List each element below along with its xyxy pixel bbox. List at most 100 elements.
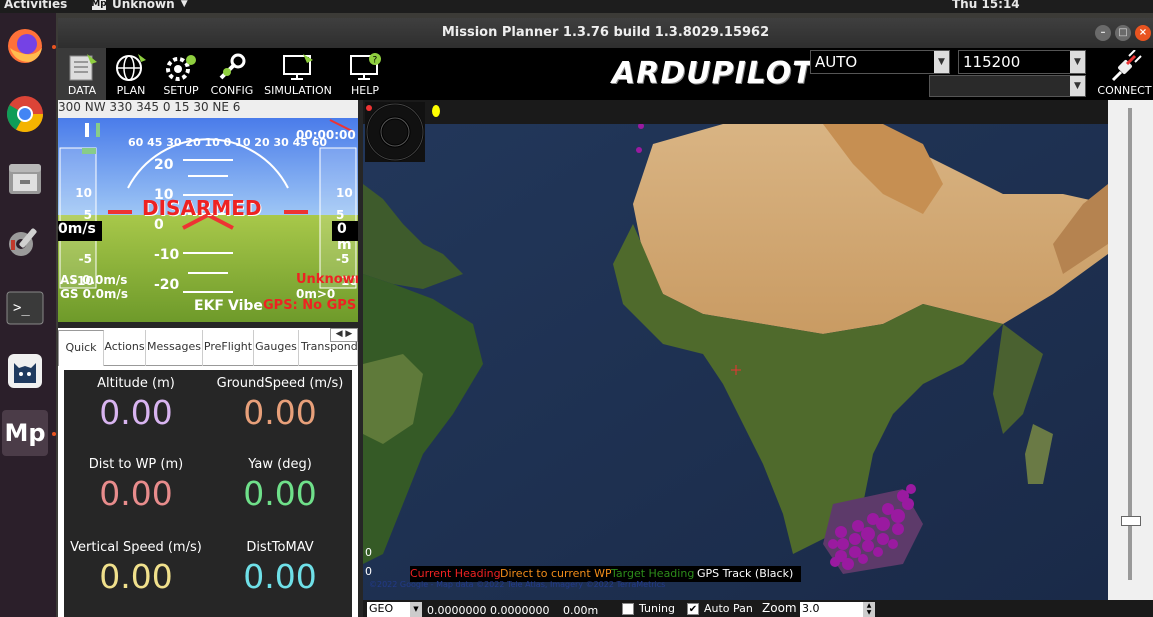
map-panel[interactable]: 0 0 Current Heading Direct to current WP… (363, 100, 1153, 617)
chrome-icon[interactable] (2, 91, 48, 137)
simulation-button[interactable]: SIMULATION (258, 48, 338, 100)
zoom-handle[interactable] (1121, 516, 1141, 526)
ubuntu-top-bar: Activities Mp Unknown ▼ Thu 15:14 (0, 0, 1153, 13)
pitch-scale: 20 10 0 -10 -20 (154, 150, 179, 300)
stepper-arrows-icon[interactable]: ▲ ▼ (863, 602, 875, 617)
config-label: CONFIG (210, 84, 254, 97)
data-icon (64, 50, 100, 84)
app-menu[interactable]: Mp Unknown ▼ (91, 0, 188, 11)
quick-groundspeed[interactable]: GroundSpeed (m/s) 0.00 (208, 376, 352, 432)
simulation-label: SIMULATION (264, 84, 332, 97)
settings-icon[interactable] (2, 219, 48, 265)
plan-button[interactable]: PLAN (106, 48, 156, 100)
tab-quick[interactable]: Quick (58, 330, 104, 366)
activities-button[interactable]: Activities (4, 0, 67, 11)
chevron-down-icon[interactable]: ▼ (1070, 76, 1085, 96)
groundspeed-label: GroundSpeed (m/s) (216, 376, 344, 391)
flight-mode-select[interactable]: AUTO ▼ (810, 50, 950, 74)
minimize-button[interactable]: – (1095, 25, 1111, 41)
quick-yaw[interactable]: Yaw (deg) 0.00 (208, 457, 352, 513)
zoom-label: Zoom (762, 601, 797, 615)
satellite-map[interactable] (363, 124, 1108, 600)
vibe-status[interactable]: Vibe (228, 298, 263, 314)
unknown-status: Unknown (296, 272, 358, 287)
pitch-tick: -20 (154, 277, 180, 293)
plug-icon (1107, 49, 1143, 84)
connect-button[interactable]: CONNECT (1096, 48, 1153, 100)
baud-rate-select[interactable]: 115200 ▼ (958, 50, 1086, 74)
zoom-spinbox[interactable]: 3.0 ▲ ▼ (800, 602, 875, 617)
left-tape-tick: 10 (75, 186, 92, 200)
app-menu-label: Unknown (112, 0, 175, 11)
tuning-label: Tuning (639, 602, 676, 615)
vertical-speed-label: Vertical Speed (m/s) (70, 540, 202, 555)
files-icon[interactable] (2, 156, 48, 202)
dist-to-wp-value: 0.00 (99, 474, 173, 513)
map-scale-bottom: 0 (365, 565, 372, 578)
chevron-down-icon: ▼ (180, 0, 188, 9)
groundspeed-value: 0.00 (243, 393, 317, 432)
mission-planner-icon[interactable]: Mp (2, 410, 48, 456)
mission-planner-window: Mission Planner 1.3.76 build 1.3.8029.15… (58, 18, 1153, 617)
yaw-label: Yaw (deg) (248, 457, 312, 472)
main-toolbar: DATA PLAN SETUP CONFIG SIMULATION ? HELP… (58, 48, 1153, 100)
auto-pan-checkbox[interactable]: ✔ (687, 603, 699, 615)
heading-tape-text: 300 NW 330 345 0 15 30 NE 6 (58, 100, 241, 114)
monitor-icon (280, 50, 316, 84)
mission-planner-small-icon: Mp (91, 0, 107, 10)
port-select[interactable]: ▼ (929, 75, 1086, 97)
tab-scroll-arrows[interactable]: ◀ ▶ (330, 328, 358, 342)
cursor-coordinates: 0.0000000 0.0000000 (427, 604, 550, 617)
zoom-slider[interactable] (1108, 100, 1153, 600)
config-button[interactable]: CONFIG (206, 48, 258, 100)
plan-label: PLAN (116, 84, 146, 97)
waypoint-distance: 0m>0 (296, 287, 336, 301)
maximize-button[interactable]: □ (1115, 25, 1131, 41)
setup-label: SETUP (163, 84, 199, 97)
vertical-speed-value: 0.00 (99, 557, 173, 596)
terminal-icon[interactable]: >_ (2, 285, 48, 331)
setup-gear-icon (163, 50, 199, 84)
tuning-checkbox[interactable] (622, 603, 634, 615)
setup-button[interactable]: SETUP (156, 48, 206, 100)
tab-preflight[interactable]: PreFlight (203, 330, 254, 366)
info-tabs: Quick Actions Messages PreFlight Gauges … (58, 328, 358, 366)
chevron-down-icon[interactable]: ▼ (1070, 51, 1085, 73)
tab-actions[interactable]: Actions (104, 330, 146, 366)
ardupilot-logo: ARDUPILOT (612, 56, 814, 91)
tab-messages[interactable]: Messages (146, 330, 203, 366)
map-copyright: ©2022 Google - Map data ©2022 Tele Atlas… (369, 580, 666, 589)
window-titlebar[interactable]: Mission Planner 1.3.76 build 1.3.8029.15… (58, 18, 1153, 48)
data-label: DATA (67, 84, 97, 97)
clock[interactable]: Thu 15:14 (952, 0, 1020, 11)
coordinate-format-select[interactable]: GEO ▼ (367, 602, 422, 617)
running-indicator (52, 432, 56, 436)
quick-vertical-speed[interactable]: Vertical Speed (m/s) 0.00 (64, 540, 208, 596)
data-button[interactable]: DATA (58, 48, 106, 100)
pitch-tick: 0 (154, 217, 164, 233)
left-tape-tick: 5 (83, 208, 92, 222)
wrench-icon (214, 50, 250, 84)
close-button[interactable]: × (1135, 25, 1151, 41)
quick-dist-to-wp[interactable]: Dist to WP (m) 0.00 (64, 457, 208, 513)
quick-altitude[interactable]: Altitude (m) 0.00 (64, 376, 208, 432)
dist-to-mav-label: DistToMAV (246, 540, 314, 555)
ekf-status[interactable]: EKF (194, 298, 224, 314)
hud-display[interactable]: 300 NW 330 345 0 15 30 NE 6 DISARMED 0m/… (58, 100, 358, 322)
cursor-distance: 0.00m (563, 604, 599, 617)
scratch-icon[interactable] (2, 348, 48, 394)
chevron-down-icon[interactable]: ▼ (410, 602, 422, 617)
flight-mode-value: AUTO (815, 53, 858, 71)
quick-dist-to-mav[interactable]: DistToMAV 0.00 (208, 540, 352, 596)
tab-gauges[interactable]: Gauges (254, 330, 299, 366)
compass-icon (365, 102, 425, 162)
right-tape-tick: 10 (336, 186, 353, 200)
map-status-bar: GEO ▼ 0.0000000 0.0000000 0.00m Tuning ✔… (363, 600, 1153, 617)
firefox-icon[interactable] (2, 23, 48, 69)
auto-pan-label: Auto Pan (704, 602, 753, 615)
pitch-tick: -10 (154, 247, 180, 263)
connect-label: CONNECT (1097, 84, 1152, 97)
help-button[interactable]: ? HELP (340, 48, 390, 100)
chevron-down-icon[interactable]: ▼ (934, 51, 949, 73)
desktop: Activities Mp Unknown ▼ Thu 15:14 >_ Mp (0, 0, 1153, 617)
